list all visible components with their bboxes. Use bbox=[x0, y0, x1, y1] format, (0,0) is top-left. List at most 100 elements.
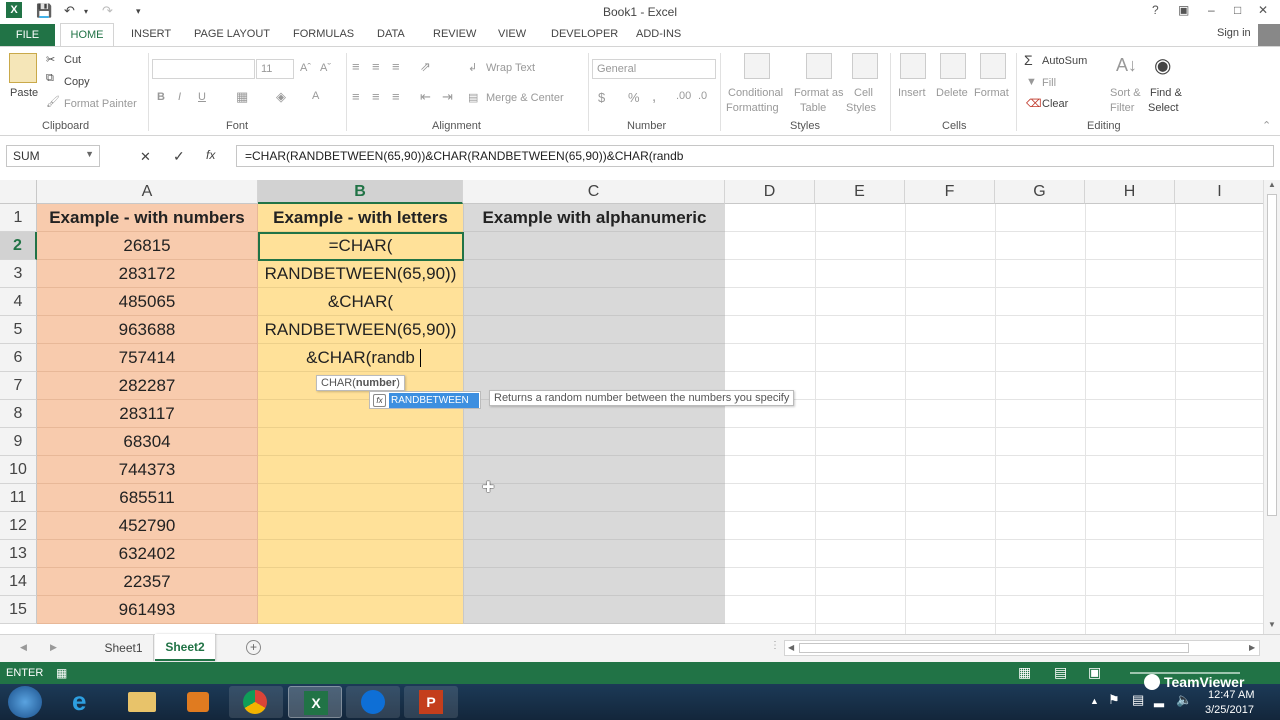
select-all-corner[interactable] bbox=[0, 180, 37, 204]
row-header-4[interactable]: 4 bbox=[0, 288, 37, 316]
cell-a5[interactable]: 963688 bbox=[37, 316, 258, 344]
page-break-view-icon[interactable]: ▣ bbox=[1088, 664, 1101, 681]
cell-c13[interactable] bbox=[463, 540, 725, 568]
row-header-11[interactable]: 11 bbox=[0, 484, 37, 512]
start-button-icon[interactable] bbox=[8, 686, 42, 718]
cell-c15[interactable] bbox=[463, 596, 725, 624]
align-top-icon[interactable]: ≡ bbox=[352, 59, 360, 74]
tab-developer[interactable]: DEVELOPER bbox=[551, 28, 618, 40]
autocomplete-list[interactable]: fx RANDBETWEEN bbox=[369, 391, 481, 409]
clear-button[interactable]: Clear bbox=[1042, 98, 1068, 110]
copy-button[interactable]: Copy bbox=[64, 76, 90, 88]
fill-color-icon[interactable]: ◈ bbox=[276, 89, 286, 105]
cell-b12[interactable] bbox=[258, 512, 463, 540]
format-as-table-icon[interactable] bbox=[806, 53, 832, 79]
column-header-d[interactable]: D bbox=[725, 180, 815, 204]
formula-input[interactable]: =CHAR(RANDBETWEEN(65,90))&CHAR(RANDBETWE… bbox=[236, 145, 1274, 167]
format-cells-icon[interactable] bbox=[980, 53, 1006, 79]
align-left-icon[interactable]: ≡ bbox=[352, 89, 360, 104]
column-header-c[interactable]: C bbox=[463, 180, 725, 204]
insert-cells-icon[interactable] bbox=[900, 53, 926, 79]
tray-flag-icon[interactable]: ⚑ bbox=[1108, 692, 1120, 708]
conditional-formatting-icon[interactable] bbox=[744, 53, 770, 79]
delete-cells-icon[interactable] bbox=[940, 53, 966, 79]
cell-c2[interactable] bbox=[463, 232, 725, 260]
ribbon-display-icon[interactable]: ▣ bbox=[1178, 3, 1189, 17]
tab-data[interactable]: DATA bbox=[377, 28, 405, 40]
cell-a15[interactable]: 961493 bbox=[37, 596, 258, 624]
confirm-entry-icon[interactable]: ✓ bbox=[173, 148, 185, 165]
paste-button[interactable]: Paste bbox=[10, 87, 38, 99]
chrome-icon[interactable] bbox=[229, 686, 283, 718]
column-header-h[interactable]: H bbox=[1085, 180, 1175, 204]
cell-c4[interactable] bbox=[463, 288, 725, 316]
align-right-icon[interactable]: ≡ bbox=[392, 89, 400, 104]
sheet-tab-sheet2[interactable]: Sheet2 bbox=[155, 634, 215, 661]
increase-indent-icon[interactable]: ⇥ bbox=[442, 89, 453, 105]
tray-device-icon[interactable]: ▤ bbox=[1132, 692, 1144, 708]
sort-filter-button[interactable]: Sort & bbox=[1110, 87, 1141, 99]
cell-a14[interactable]: 22357 bbox=[37, 568, 258, 596]
media-player-icon[interactable] bbox=[172, 686, 226, 718]
sheet-tab-sheet1[interactable]: Sheet1 bbox=[94, 635, 154, 661]
next-sheet-icon[interactable]: ▶ bbox=[50, 642, 57, 653]
cell-a3[interactable]: 283172 bbox=[37, 260, 258, 288]
font-name-combo[interactable] bbox=[152, 59, 255, 79]
find-select-button-line2[interactable]: Select bbox=[1148, 102, 1179, 114]
volume-icon[interactable]: 🔈 bbox=[1176, 692, 1192, 708]
vertical-scroll-thumb[interactable] bbox=[1267, 194, 1277, 516]
row-header-10[interactable]: 10 bbox=[0, 456, 37, 484]
horizontal-scroll-thumb[interactable] bbox=[799, 643, 1189, 653]
column-header-a[interactable]: A bbox=[37, 180, 258, 204]
tab-formulas[interactable]: FORMULAS bbox=[293, 28, 354, 40]
orientation-icon[interactable]: ⇗ bbox=[420, 59, 431, 75]
cell-c9[interactable] bbox=[463, 428, 725, 456]
cell-styles-icon[interactable] bbox=[852, 53, 878, 79]
comma-button[interactable]: , bbox=[652, 88, 656, 105]
cell-a13[interactable]: 632402 bbox=[37, 540, 258, 568]
cell-c14[interactable] bbox=[463, 568, 725, 596]
cell-a6[interactable]: 757414 bbox=[37, 344, 258, 372]
close-icon[interactable]: ✕ bbox=[1258, 3, 1268, 17]
scroll-right-icon[interactable]: ▶ bbox=[1249, 643, 1255, 652]
cell-styles-button-line2[interactable]: Styles bbox=[846, 102, 876, 114]
italic-button[interactable]: I bbox=[178, 91, 181, 103]
row-header-5[interactable]: 5 bbox=[0, 316, 37, 344]
format-cells-button[interactable]: Format bbox=[974, 87, 1009, 99]
cell-b14[interactable] bbox=[258, 568, 463, 596]
format-as-table-button[interactable]: Format as bbox=[794, 87, 844, 99]
cell-b11[interactable] bbox=[258, 484, 463, 512]
merge-center-button[interactable]: Merge & Center bbox=[486, 92, 564, 104]
column-header-e[interactable]: E bbox=[815, 180, 905, 204]
conditional-formatting-button[interactable]: Conditional bbox=[728, 87, 783, 99]
autosum-icon[interactable]: Σ bbox=[1024, 52, 1033, 68]
scroll-left-icon[interactable]: ◀ bbox=[788, 643, 794, 652]
column-header-i[interactable]: I bbox=[1175, 180, 1263, 204]
new-sheet-icon[interactable]: + bbox=[246, 640, 261, 655]
decrease-decimal-icon[interactable]: .0 bbox=[698, 90, 707, 102]
collapse-ribbon-icon[interactable]: ⌃ bbox=[1262, 119, 1271, 132]
scroll-up-icon[interactable]: ▲ bbox=[1268, 180, 1276, 189]
font-size-combo[interactable]: 11 bbox=[256, 59, 294, 79]
macro-record-icon[interactable]: ▦ bbox=[56, 666, 67, 680]
row-header-7[interactable]: 7 bbox=[0, 372, 37, 400]
clear-icon[interactable]: ⌫ bbox=[1026, 97, 1042, 110]
horizontal-scroll-split-icon[interactable]: ⋮ bbox=[770, 640, 780, 651]
cell-a1[interactable]: Example - with numbers bbox=[37, 204, 258, 232]
row-header-9[interactable]: 9 bbox=[0, 428, 37, 456]
autocomplete-item-randbetween[interactable]: RANDBETWEEN bbox=[389, 393, 479, 408]
decrease-indent-icon[interactable]: ⇤ bbox=[420, 89, 431, 105]
row-header-2[interactable]: 2 bbox=[0, 232, 37, 260]
tab-view[interactable]: VIEW bbox=[498, 28, 526, 40]
column-header-g[interactable]: G bbox=[995, 180, 1085, 204]
cell-b10[interactable] bbox=[258, 456, 463, 484]
row-header-8[interactable]: 8 bbox=[0, 400, 37, 428]
row-header-12[interactable]: 12 bbox=[0, 512, 37, 540]
align-middle-icon[interactable]: ≡ bbox=[372, 59, 380, 74]
cell-c1[interactable]: Example with alphanumeric bbox=[463, 204, 725, 232]
find-select-button[interactable]: Find & bbox=[1150, 87, 1182, 99]
file-explorer-icon[interactable] bbox=[115, 686, 169, 718]
align-bottom-icon[interactable]: ≡ bbox=[392, 59, 400, 74]
merge-center-icon[interactable]: ▤ bbox=[468, 91, 478, 104]
minimize-icon[interactable]: – bbox=[1208, 3, 1215, 17]
